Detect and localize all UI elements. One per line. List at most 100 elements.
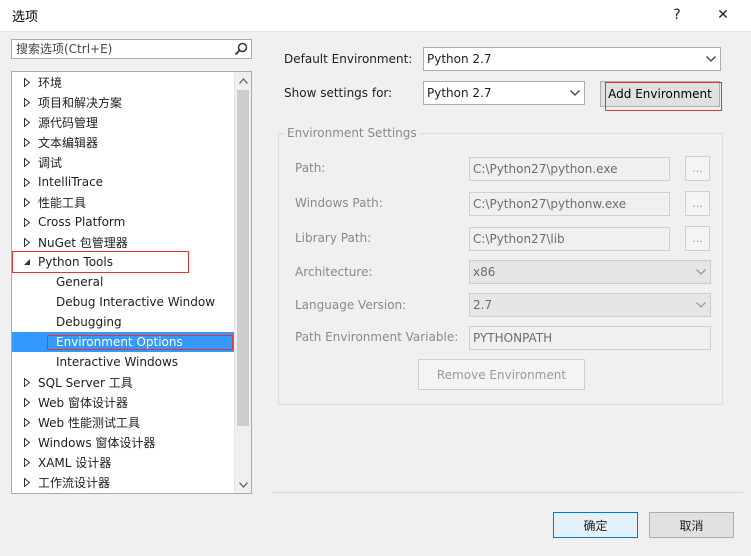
window-title: 选项	[12, 10, 39, 25]
tree-item[interactable]: XAML 设计器	[12, 452, 234, 472]
tree-item[interactable]: 调试	[12, 152, 234, 172]
architecture-select: x86	[469, 260, 711, 284]
remove-environment-button: Remove Environment	[418, 359, 585, 390]
tree-child-item[interactable]: Debug Interactive Window	[12, 292, 234, 312]
tree-item-label: 环境	[38, 75, 63, 90]
tree-item-label: 项目和解决方案	[38, 95, 123, 110]
highlight-add-environment	[605, 82, 722, 111]
tree-item[interactable]: 环境	[12, 72, 234, 92]
collapsed-arrow-icon[interactable]	[22, 397, 32, 407]
highlight-python-tools	[12, 251, 189, 273]
path-label: Path:	[295, 161, 326, 175]
tree-item-label: Web 性能测试工具	[38, 415, 140, 430]
tree-item[interactable]: IntelliTrace	[12, 172, 234, 192]
library-path-field: C:\Python27\lib	[469, 227, 670, 251]
collapsed-arrow-icon[interactable]	[22, 197, 32, 207]
tree-item[interactable]: 文本编辑器	[12, 132, 234, 152]
library-path-label: Library Path:	[295, 231, 372, 245]
language-version-value: 2.7	[473, 298, 493, 312]
tree-item[interactable]: SQL Server 工具	[12, 372, 234, 392]
windows-path-label: Windows Path:	[295, 196, 383, 210]
tree-item[interactable]: Web 性能测试工具	[12, 412, 234, 432]
collapsed-arrow-icon[interactable]	[22, 77, 32, 87]
collapsed-arrow-icon[interactable]	[22, 117, 32, 127]
collapsed-arrow-icon[interactable]	[22, 157, 32, 167]
cancel-button[interactable]: 取消	[649, 512, 734, 538]
show-settings-label: Show settings for:	[284, 86, 393, 100]
close-button[interactable]: ✕	[703, 0, 743, 30]
path-env-variable-field: PYTHONPATH	[469, 326, 711, 350]
ok-button[interactable]: 确定	[553, 512, 638, 538]
tree-item-label: Debugging	[56, 315, 122, 329]
collapsed-arrow-icon[interactable]	[22, 137, 32, 147]
environment-settings-title: Environment Settings	[284, 126, 420, 140]
collapsed-arrow-icon[interactable]	[22, 177, 32, 187]
chevron-down-icon	[702, 48, 720, 70]
search-icon[interactable]	[233, 42, 249, 56]
tree-item-label: Debug Interactive Window	[56, 295, 216, 309]
collapsed-arrow-icon[interactable]	[22, 437, 32, 447]
search-input[interactable]	[12, 40, 232, 58]
tree-item-label: 文本编辑器	[38, 135, 99, 150]
tree-child-item[interactable]: General	[12, 272, 234, 292]
default-environment-select[interactable]: Python 2.7	[423, 47, 721, 71]
tree-child-item[interactable]: Interactive Windows	[12, 352, 234, 372]
collapsed-arrow-icon[interactable]	[22, 237, 32, 247]
scroll-up-icon[interactable]	[235, 72, 251, 89]
tree-child-item[interactable]: Debugging	[12, 312, 234, 332]
options-tree[interactable]: 环境项目和解决方案 源代码管理文本编辑器调试 IntelliTrace 性能工具 Cro…	[11, 71, 252, 494]
tree-item-label: 性能工具	[38, 195, 87, 210]
default-environment-value: Python 2.7	[427, 52, 492, 66]
tree-item-label: 调试	[38, 155, 63, 170]
tree-item[interactable]: 性能工具	[12, 192, 234, 212]
windows-path-field: C:\Python27\pythonw.exe	[469, 192, 670, 216]
tree-item-label: 工作流设计器	[38, 475, 111, 490]
show-settings-value: Python 2.7	[427, 86, 492, 100]
path-browse-button: ...	[685, 156, 710, 181]
collapsed-arrow-icon[interactable]	[22, 97, 32, 107]
scroll-down-icon[interactable]	[235, 476, 251, 493]
tree-item[interactable]: 源代码管理	[12, 112, 234, 132]
tree-scrollbar[interactable]	[234, 72, 251, 493]
collapsed-arrow-icon[interactable]	[22, 457, 32, 467]
tree-item[interactable]: Web 窗体设计器	[12, 392, 234, 412]
show-settings-select[interactable]: Python 2.7	[423, 81, 585, 105]
tree-item[interactable]: Windows 窗体设计器	[12, 432, 234, 452]
default-environment-label: Default Environment:	[284, 52, 413, 66]
tree-item-label: General	[56, 275, 104, 289]
collapsed-arrow-icon[interactable]	[22, 477, 32, 487]
footer-separator	[271, 492, 743, 493]
architecture-label: Architecture:	[295, 265, 373, 279]
help-button[interactable]: ?	[657, 0, 697, 30]
search-box[interactable]	[11, 39, 252, 59]
collapsed-arrow-icon[interactable]	[22, 417, 32, 427]
tree-item-label: Windows 窗体设计器	[38, 435, 156, 450]
tree-item-label: 源代码管理	[38, 115, 99, 130]
library-path-browse-button: ...	[685, 226, 710, 251]
tree-item[interactable]: NuGet 包管理器	[12, 232, 234, 252]
highlight-environment-options	[47, 335, 233, 350]
title-bar: 选项 ? ✕	[0, 0, 751, 32]
chevron-down-icon	[692, 269, 710, 275]
language-version-label: Language Version:	[295, 298, 407, 312]
chevron-down-icon	[692, 302, 710, 308]
tree-item-label: Web 窗体设计器	[38, 395, 128, 410]
path-env-variable-label: Path Environment Variable:	[295, 330, 459, 344]
collapsed-arrow-icon[interactable]	[22, 217, 32, 227]
tree-item-label: NuGet 包管理器	[38, 235, 128, 250]
language-version-select: 2.7	[469, 293, 711, 317]
tree-item-label: Cross Platform	[38, 215, 126, 229]
tree-item[interactable]: 项目和解决方案	[12, 92, 234, 112]
scroll-thumb[interactable]	[237, 90, 249, 426]
architecture-value: x86	[473, 265, 496, 279]
path-field: C:\Python27\python.exe	[469, 157, 670, 181]
windows-path-browse-button: ...	[685, 191, 710, 216]
tree-item-label: IntelliTrace	[38, 175, 104, 189]
tree-item-label: SQL Server 工具	[38, 375, 133, 390]
collapsed-arrow-icon[interactable]	[22, 377, 32, 387]
tree-item[interactable]: 工作流设计器	[12, 472, 234, 492]
chevron-down-icon	[566, 82, 584, 104]
tree-item-label: Interactive Windows	[56, 355, 179, 369]
tree-item-label: XAML 设计器	[38, 455, 112, 470]
tree-item[interactable]: Cross Platform	[12, 212, 234, 232]
